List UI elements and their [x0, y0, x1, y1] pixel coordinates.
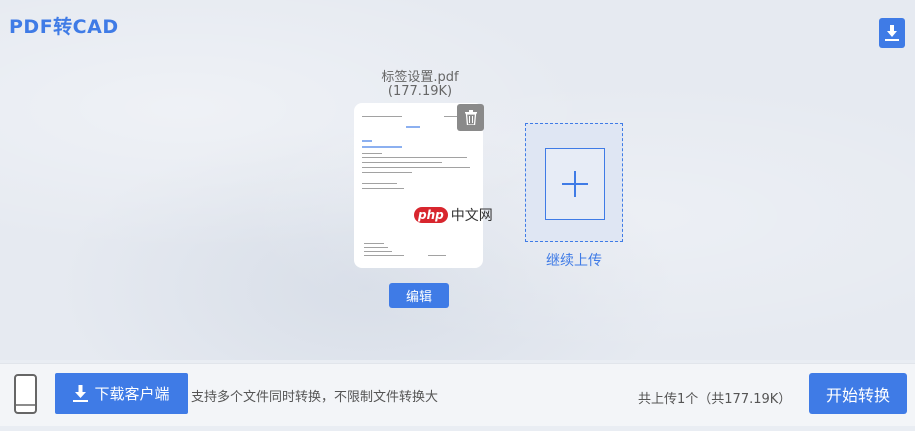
download-client-button[interactable]: 下载客户端	[55, 373, 188, 414]
download-client-label: 下载客户端	[94, 385, 170, 403]
watermark-badge: php	[414, 207, 448, 223]
file-size: (177.19K)	[387, 84, 453, 99]
delete-file-button[interactable]	[457, 104, 484, 131]
plus-icon	[562, 171, 588, 197]
watermark-text: 中文网	[450, 208, 493, 224]
edit-button[interactable]: 编辑	[389, 283, 449, 308]
file-name: 标签设置.pdf	[381, 70, 459, 85]
app-title: PDF转CAD	[9, 16, 119, 38]
download-corner-button[interactable]	[879, 18, 905, 48]
download-icon	[73, 385, 89, 402]
trash-icon	[464, 110, 477, 125]
start-convert-button[interactable]: 开始转换	[809, 373, 907, 414]
upload-count: 共上传1个（共177.19K）	[638, 392, 792, 407]
download-icon	[885, 25, 899, 41]
upload-plus-frame	[545, 148, 605, 220]
continue-upload-area[interactable]	[525, 123, 623, 242]
hint-text: 支持多个文件同时转换，不限制文件转换大	[191, 390, 439, 405]
phone-icon	[14, 374, 37, 414]
watermark-logo: php 中文网	[414, 205, 493, 225]
continue-upload-label[interactable]: 继续上传	[525, 250, 623, 270]
